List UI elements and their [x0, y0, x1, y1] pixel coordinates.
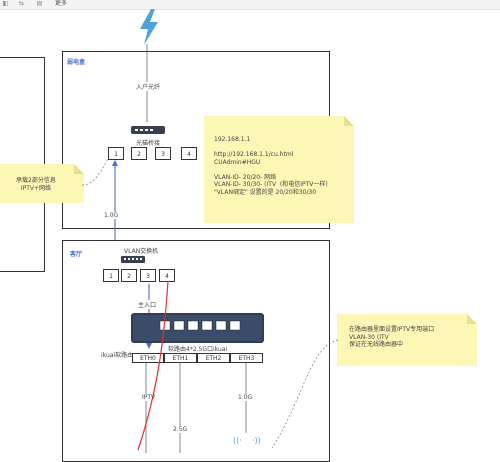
red-link [137, 280, 169, 451]
modem-icon [131, 126, 165, 134]
more-menu[interactable]: 更多 [55, 0, 67, 7]
right-note-connector [271, 339, 339, 449]
eth2-port[interactable]: ETH2 [197, 353, 230, 363]
format-icon[interactable]: ▤ [36, 1, 43, 7]
modem-port-2[interactable]: 2 [131, 147, 147, 160]
right-note-text: 在路由器里面设置IPTV专用端口 VLAN-30 (ITV 保证在无线路由器中 [349, 326, 435, 348]
top-link-speed: 1.0G [104, 212, 119, 219]
redo-icon[interactable]: ⇆ [18, 1, 25, 7]
modem-port-1[interactable]: 1 [108, 147, 124, 160]
modem-note-text: 192.168.1.1 http://192.168.1.1/cu.html C… [214, 136, 328, 196]
router-side-label: ikuai软路由 [101, 352, 134, 359]
top-toolbar: ◧ ⇆ ▤ 更多 [0, 0, 500, 10]
switch-label: VLAN交换机 [124, 248, 159, 255]
modem-port-3[interactable]: 3 [155, 147, 171, 160]
modem-label: 光猫桥接 [136, 140, 161, 147]
eth3-port[interactable]: ETH3 [230, 353, 263, 363]
fiber-label: 入户光纤 [135, 82, 162, 91]
undo-icon[interactable]: ◧ [2, 1, 9, 7]
lightning-icon [140, 9, 158, 45]
left-note-text: 承载2部分信息 IPTV+网络 [16, 177, 56, 192]
weak-box-title: 弱电盒 [67, 59, 86, 66]
switch-icon [121, 256, 145, 263]
wifi-signal-right-icon: ·)) [252, 436, 261, 445]
switch-port-1[interactable]: 1 [103, 269, 119, 282]
modem-port-4[interactable]: 4 [181, 147, 197, 160]
speed-10-label: 1.0G [238, 394, 253, 401]
left-note-connector [81, 158, 109, 186]
wifi-signal-left-icon: ((· [233, 436, 242, 445]
living-room-title: 客厅 [70, 251, 83, 258]
